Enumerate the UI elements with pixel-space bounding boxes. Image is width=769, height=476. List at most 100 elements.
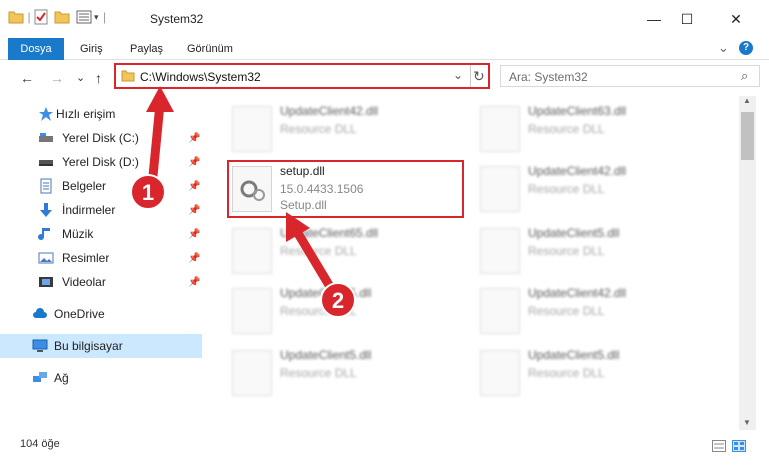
dll-file-icon	[480, 106, 520, 152]
sidebar-item-downloads[interactable]: İndirmeler 📌	[0, 198, 202, 222]
cloud-icon	[33, 308, 47, 318]
pin-icon[interactable]: 📌	[188, 157, 200, 168]
quick-access-toolbar: | ▾ |	[8, 9, 111, 25]
pictures-icon	[38, 252, 54, 264]
dll-file-icon	[232, 288, 272, 334]
file-list: UpdateClient42.dll Resource DLL setup.dl…	[204, 96, 738, 430]
expand-ribbon-icon[interactable]: ⌄	[718, 40, 729, 56]
list-item[interactable]: UpdateClient5.dll Resource DLL	[228, 282, 458, 336]
list-item[interactable]: UpdateClient5.dll Resource DLL	[476, 222, 706, 276]
navigation-pane: Hızlı erişim Yerel Disk (C:) 📌 Yerel Dis…	[0, 96, 204, 430]
pin-icon[interactable]: 📌	[188, 133, 200, 144]
search-icon: ⌕	[741, 68, 749, 83]
music-icon	[38, 228, 50, 241]
sidebar-item-this-pc[interactable]: Bu bilgisayar	[0, 334, 202, 358]
refresh-icon[interactable]: ↻	[473, 68, 485, 85]
pin-icon[interactable]: 📌	[188, 181, 200, 192]
sidebar-item-onedrive[interactable]: OneDrive	[0, 302, 202, 326]
pin-icon[interactable]: 📌	[188, 229, 200, 240]
videos-icon	[39, 277, 53, 287]
pin-icon[interactable]: 📌	[188, 253, 200, 264]
vertical-scrollbar[interactable]: ▲ ▼	[739, 96, 756, 430]
minimize-icon: —	[647, 11, 661, 27]
back-icon[interactable]: ←	[20, 70, 34, 86]
search-input[interactable]: Ara: System32	[509, 70, 588, 84]
scroll-thumb[interactable]	[741, 112, 754, 160]
title-bar: | ▾ | System32 — ☐ ✕	[0, 0, 769, 38]
sidebar-item-label: OneDrive	[54, 307, 105, 321]
file-name: UpdateClient42.dll	[528, 286, 627, 300]
pin-icon[interactable]: 📌	[188, 205, 200, 216]
list-item[interactable]: UpdateClient42.dll Resource DLL	[476, 282, 706, 336]
address-path: C:\Windows\System32	[140, 70, 261, 84]
status-bar: 104 öğe	[0, 430, 769, 476]
file-type: Resource DLL	[528, 366, 605, 380]
large-icons-view-icon[interactable]	[732, 440, 746, 452]
sidebar-item-disk-d[interactable]: Yerel Disk (D:) 📌	[0, 150, 202, 174]
tab-gorunum[interactable]: Görünüm	[187, 38, 233, 60]
sidebar-item-label: Bu bilgisayar	[54, 339, 123, 353]
recent-locations-icon[interactable]: ⌄	[76, 71, 85, 84]
tab-paylas[interactable]: Paylaş	[130, 38, 163, 60]
sidebar-item-label: Videolar	[62, 275, 106, 289]
separator: |	[102, 10, 107, 24]
drive-icon	[39, 160, 53, 166]
scroll-down-icon[interactable]: ▼	[743, 418, 751, 427]
help-icon[interactable]: ?	[739, 41, 753, 55]
sidebar-item-quick-access[interactable]: Hızlı erişim	[0, 102, 202, 126]
tab-giris[interactable]: Giriş	[80, 38, 103, 60]
list-item[interactable]: UpdateClient42.dll Resource DLL	[228, 100, 458, 154]
address-bar[interactable]: C:\Windows\System32 ⌄ ↻	[114, 63, 490, 89]
pin-icon[interactable]: 📌	[188, 277, 200, 288]
list-item[interactable]: UpdateClient5.dll Resource DLL	[228, 344, 458, 398]
drive-icon	[39, 133, 53, 142]
close-button[interactable]: ✕	[713, 0, 759, 38]
details-view-icon[interactable]	[712, 440, 726, 452]
sidebar-item-videos[interactable]: Videolar 📌	[0, 270, 202, 294]
sidebar-item-label: Resimler	[62, 251, 110, 265]
file-type: Resource DLL	[528, 304, 605, 318]
file-name: UpdateClient5.dll	[280, 348, 372, 362]
window-title: System32	[150, 12, 204, 26]
search-box[interactable]: Ara: System32 ⌕	[500, 65, 760, 87]
forward-icon[interactable]: →	[50, 70, 64, 86]
download-icon	[40, 203, 52, 217]
maximize-icon: ☐	[680, 10, 694, 27]
properties-icon[interactable]	[34, 9, 48, 25]
view-list-icon[interactable]	[76, 10, 92, 24]
close-icon: ✕	[730, 10, 742, 27]
documents-icon	[40, 178, 52, 194]
maximize-button[interactable]: ☐	[664, 0, 710, 38]
file-type: Resource DLL	[280, 244, 357, 258]
star-icon	[39, 107, 53, 121]
sidebar-item-disk-c[interactable]: Yerel Disk (C:) 📌	[0, 126, 202, 150]
folder-icon[interactable]	[8, 10, 24, 24]
list-item[interactable]: UpdateClient42.dll Resource DLL	[476, 160, 706, 214]
list-item[interactable]: UpdateClient65.dll Resource DLL	[228, 222, 458, 276]
file-name: UpdateClient5.dll	[528, 226, 620, 240]
new-folder-icon[interactable]	[54, 10, 70, 24]
file-type: Resource DLL	[280, 122, 357, 136]
file-type: Resource DLL	[528, 244, 605, 258]
item-count: 104 öğe	[20, 438, 60, 450]
file-type: Resource DLL	[528, 122, 605, 136]
list-item[interactable]: UpdateClient5.dll Resource DLL	[476, 344, 706, 398]
computer-icon	[32, 339, 48, 352]
network-icon	[33, 372, 47, 382]
sidebar-item-music[interactable]: Müzik 📌	[0, 222, 202, 246]
file-type: Resource DLL	[280, 366, 357, 380]
sidebar-item-label: Yerel Disk (D:)	[62, 155, 139, 169]
tab-dosya[interactable]: Dosya	[8, 38, 64, 60]
sidebar-item-documents[interactable]: Belgeler 📌	[0, 174, 202, 198]
sidebar-item-label: Yerel Disk (C:)	[62, 131, 139, 145]
sidebar-item-label: Belgeler	[62, 179, 107, 193]
sidebar-item-pictures[interactable]: Resimler 📌	[0, 246, 202, 270]
scroll-up-icon[interactable]: ▲	[743, 96, 751, 105]
ribbon: Dosya Giriş Paylaş Görünüm ⌄ ?	[0, 38, 769, 60]
file-name: UpdateClient5.dll	[280, 286, 372, 300]
folder-icon	[121, 70, 135, 82]
up-icon[interactable]: ↑	[95, 70, 102, 86]
list-item[interactable]: UpdateClient63.dll Resource DLL	[476, 100, 706, 154]
sidebar-item-network[interactable]: Ağ	[0, 366, 202, 390]
address-dropdown-icon[interactable]: ⌄	[453, 68, 463, 82]
